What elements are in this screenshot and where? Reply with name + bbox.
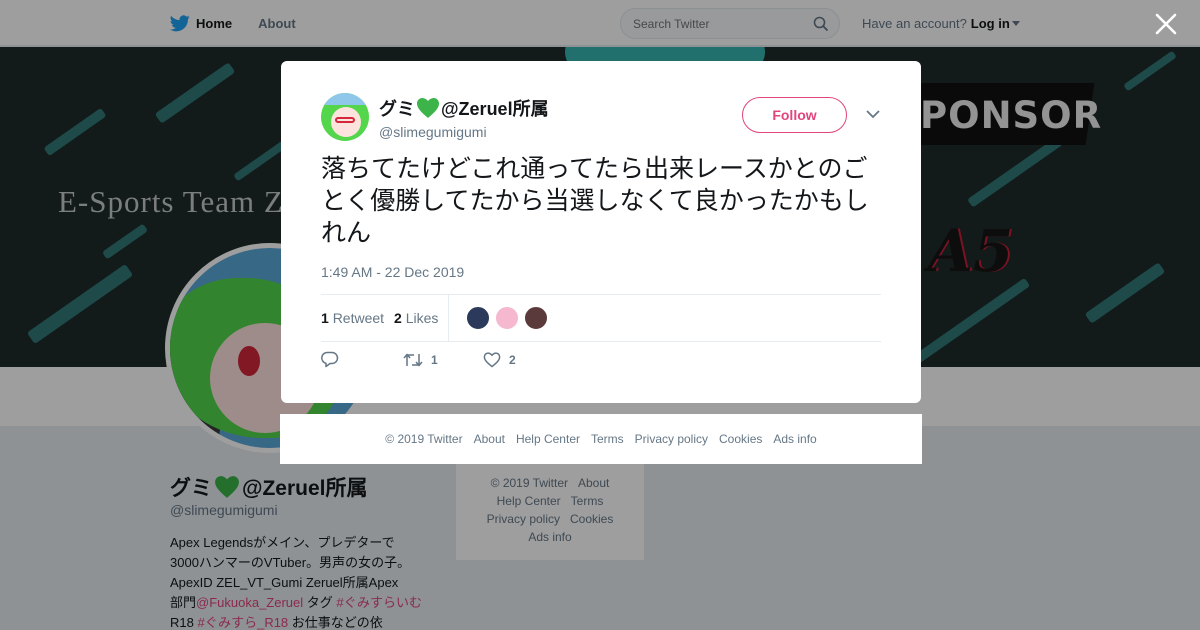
footer-link-cookies[interactable]: Cookies	[719, 432, 762, 446]
retweet-icon	[403, 352, 423, 367]
author-name-suffix: @Zeruel所属	[441, 98, 549, 119]
tweet-author[interactable]: グミ @Zeruel所属 @slimegumigumi	[321, 93, 549, 141]
heart-icon	[483, 351, 501, 367]
follow-button[interactable]: Follow	[742, 97, 847, 133]
chevron-down-icon[interactable]	[866, 109, 880, 119]
retweet-stat[interactable]: 1 Retweet	[321, 310, 384, 326]
tweet-permalink-modal: グミ @Zeruel所属 @slimegumigumi Follow 落ちてたけ…	[281, 61, 921, 403]
footer-link-terms[interactable]: Terms	[591, 432, 624, 446]
like-count: 2	[394, 310, 402, 326]
liker-avatar[interactable]	[495, 306, 520, 330]
like-stat-label: Likes	[405, 310, 439, 326]
reply-icon	[321, 351, 339, 368]
tweet-timestamp[interactable]: 1:49 AM - 22 Dec 2019	[321, 264, 464, 280]
footer-copyright: © 2019 Twitter	[385, 432, 463, 446]
modal-footer: © 2019 Twitter About Help Center Terms P…	[280, 414, 922, 464]
retweet-count: 1	[321, 310, 329, 326]
liker-avatar[interactable]	[524, 306, 549, 330]
tweet-stats: 1 Retweet 2 Likes	[321, 294, 881, 342]
author-name-text: グミ	[379, 98, 415, 119]
reply-action[interactable]	[321, 351, 403, 368]
avatar-glasses-shape	[335, 117, 355, 123]
like-stat[interactable]: 2 Likes	[394, 310, 438, 326]
retweet-action[interactable]: 1	[403, 352, 483, 368]
author-name[interactable]: グミ @Zeruel所属	[379, 95, 549, 121]
close-icon[interactable]	[1154, 12, 1178, 36]
green-heart-icon	[417, 97, 439, 118]
footer-link-about[interactable]: About	[474, 432, 505, 446]
author-text: グミ @Zeruel所属 @slimegumigumi	[379, 95, 549, 140]
retweet-action-count: 1	[431, 352, 438, 367]
author-avatar[interactable]	[321, 93, 369, 141]
stats-divider	[448, 294, 450, 342]
liker-avatar[interactable]	[466, 306, 491, 330]
avatar-bg-shape	[321, 93, 369, 105]
author-handle[interactable]: @slimegumigumi	[379, 124, 549, 140]
tweet-text: 落ちてたけどこれ通ってたら出来レースかとのごとく優勝してたから当選しなくて良かっ…	[321, 154, 869, 247]
footer-link-privacy[interactable]: Privacy policy	[635, 432, 708, 446]
like-action[interactable]: 2	[483, 351, 516, 368]
footer-link-ads[interactable]: Ads info	[773, 432, 816, 446]
retweet-stat-label: Retweet	[332, 310, 385, 326]
like-action-count: 2	[509, 352, 516, 367]
footer-link-help[interactable]: Help Center	[516, 432, 580, 446]
tweet-actions: 1 2	[321, 351, 516, 368]
